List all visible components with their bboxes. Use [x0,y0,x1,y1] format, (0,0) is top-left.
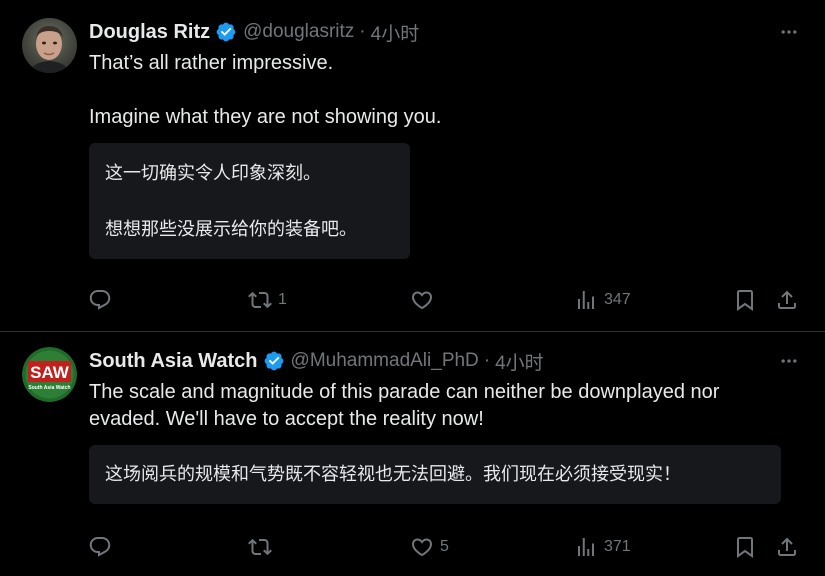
reply-icon [89,537,111,557]
tweet-header: South Asia Watch @MuhammadAli_PhD · 4小时 [89,348,544,374]
tweet-text: The scale and magnitude of this parade c… [89,381,720,430]
bookmark-button[interactable] [733,285,757,315]
translation-box: 这场阅兵的规模和气势既不容轻视也无法回避。我们现在必须接受现实！ [89,445,781,504]
retweet-button[interactable] [248,532,278,562]
action-bar: 1 347 [0,285,825,315]
more-icon[interactable] [776,348,802,374]
separator: · [483,350,491,371]
like-icon [411,291,433,310]
timestamp[interactable]: 4小时 [495,348,544,375]
like-button[interactable]: 5 [410,532,449,562]
views-button[interactable]: 347 [574,285,631,315]
share-button[interactable] [775,285,799,315]
tweet[interactable]: Douglas Ritz @douglasritz · 4小时 That’s a… [0,0,825,331]
retweet-icon [248,291,272,309]
action-bar: 5 371 [0,532,825,562]
share-icon [778,290,796,309]
handle[interactable]: @MuhammadAli_PhD [291,350,479,372]
like-button[interactable] [410,285,440,315]
tweet-header: Douglas Ritz @douglasritz · 4小时 [89,19,419,45]
tweet-text: That’s all rather impressive. Imagine wh… [89,52,442,128]
avatar-logo-subtext: South Asia Watch [28,385,70,391]
reply-button[interactable] [88,285,118,315]
retweet-icon [248,538,272,556]
reply-icon [89,290,111,310]
handle[interactable]: @douglasritz [243,21,354,43]
retweet-count: 1 [278,291,287,308]
share-icon [778,537,796,556]
retweet-button[interactable]: 1 [248,285,287,315]
views-button[interactable]: 371 [574,532,631,562]
avatar-logo-text: SAW [30,363,70,382]
display-name[interactable]: Douglas Ritz [89,21,210,44]
timestamp[interactable]: 4小时 [371,19,420,46]
view-count: 347 [604,291,631,308]
bookmark-icon [737,290,753,311]
reply-button[interactable] [88,532,118,562]
translation-box: 这一切确实令人印象深刻。 想想那些没展示给你的装备吧。 [89,143,410,259]
like-count: 5 [440,538,449,555]
avatar[interactable]: SAW South Asia Watch [22,347,77,402]
view-count: 371 [604,538,631,555]
verified-badge-icon [216,22,236,42]
verified-badge-icon [264,351,283,371]
avatar[interactable] [22,18,77,73]
separator: · [359,21,366,42]
more-icon[interactable] [776,19,802,45]
display-name[interactable]: South Asia Watch [89,350,258,373]
tweet[interactable]: SAW South Asia Watch South Asia Watch @M… [0,332,825,576]
share-button[interactable] [775,532,799,562]
bookmark-button[interactable] [733,532,757,562]
bookmark-icon [737,537,753,558]
views-icon [578,538,594,556]
like-icon [411,538,433,557]
views-icon [578,291,594,309]
